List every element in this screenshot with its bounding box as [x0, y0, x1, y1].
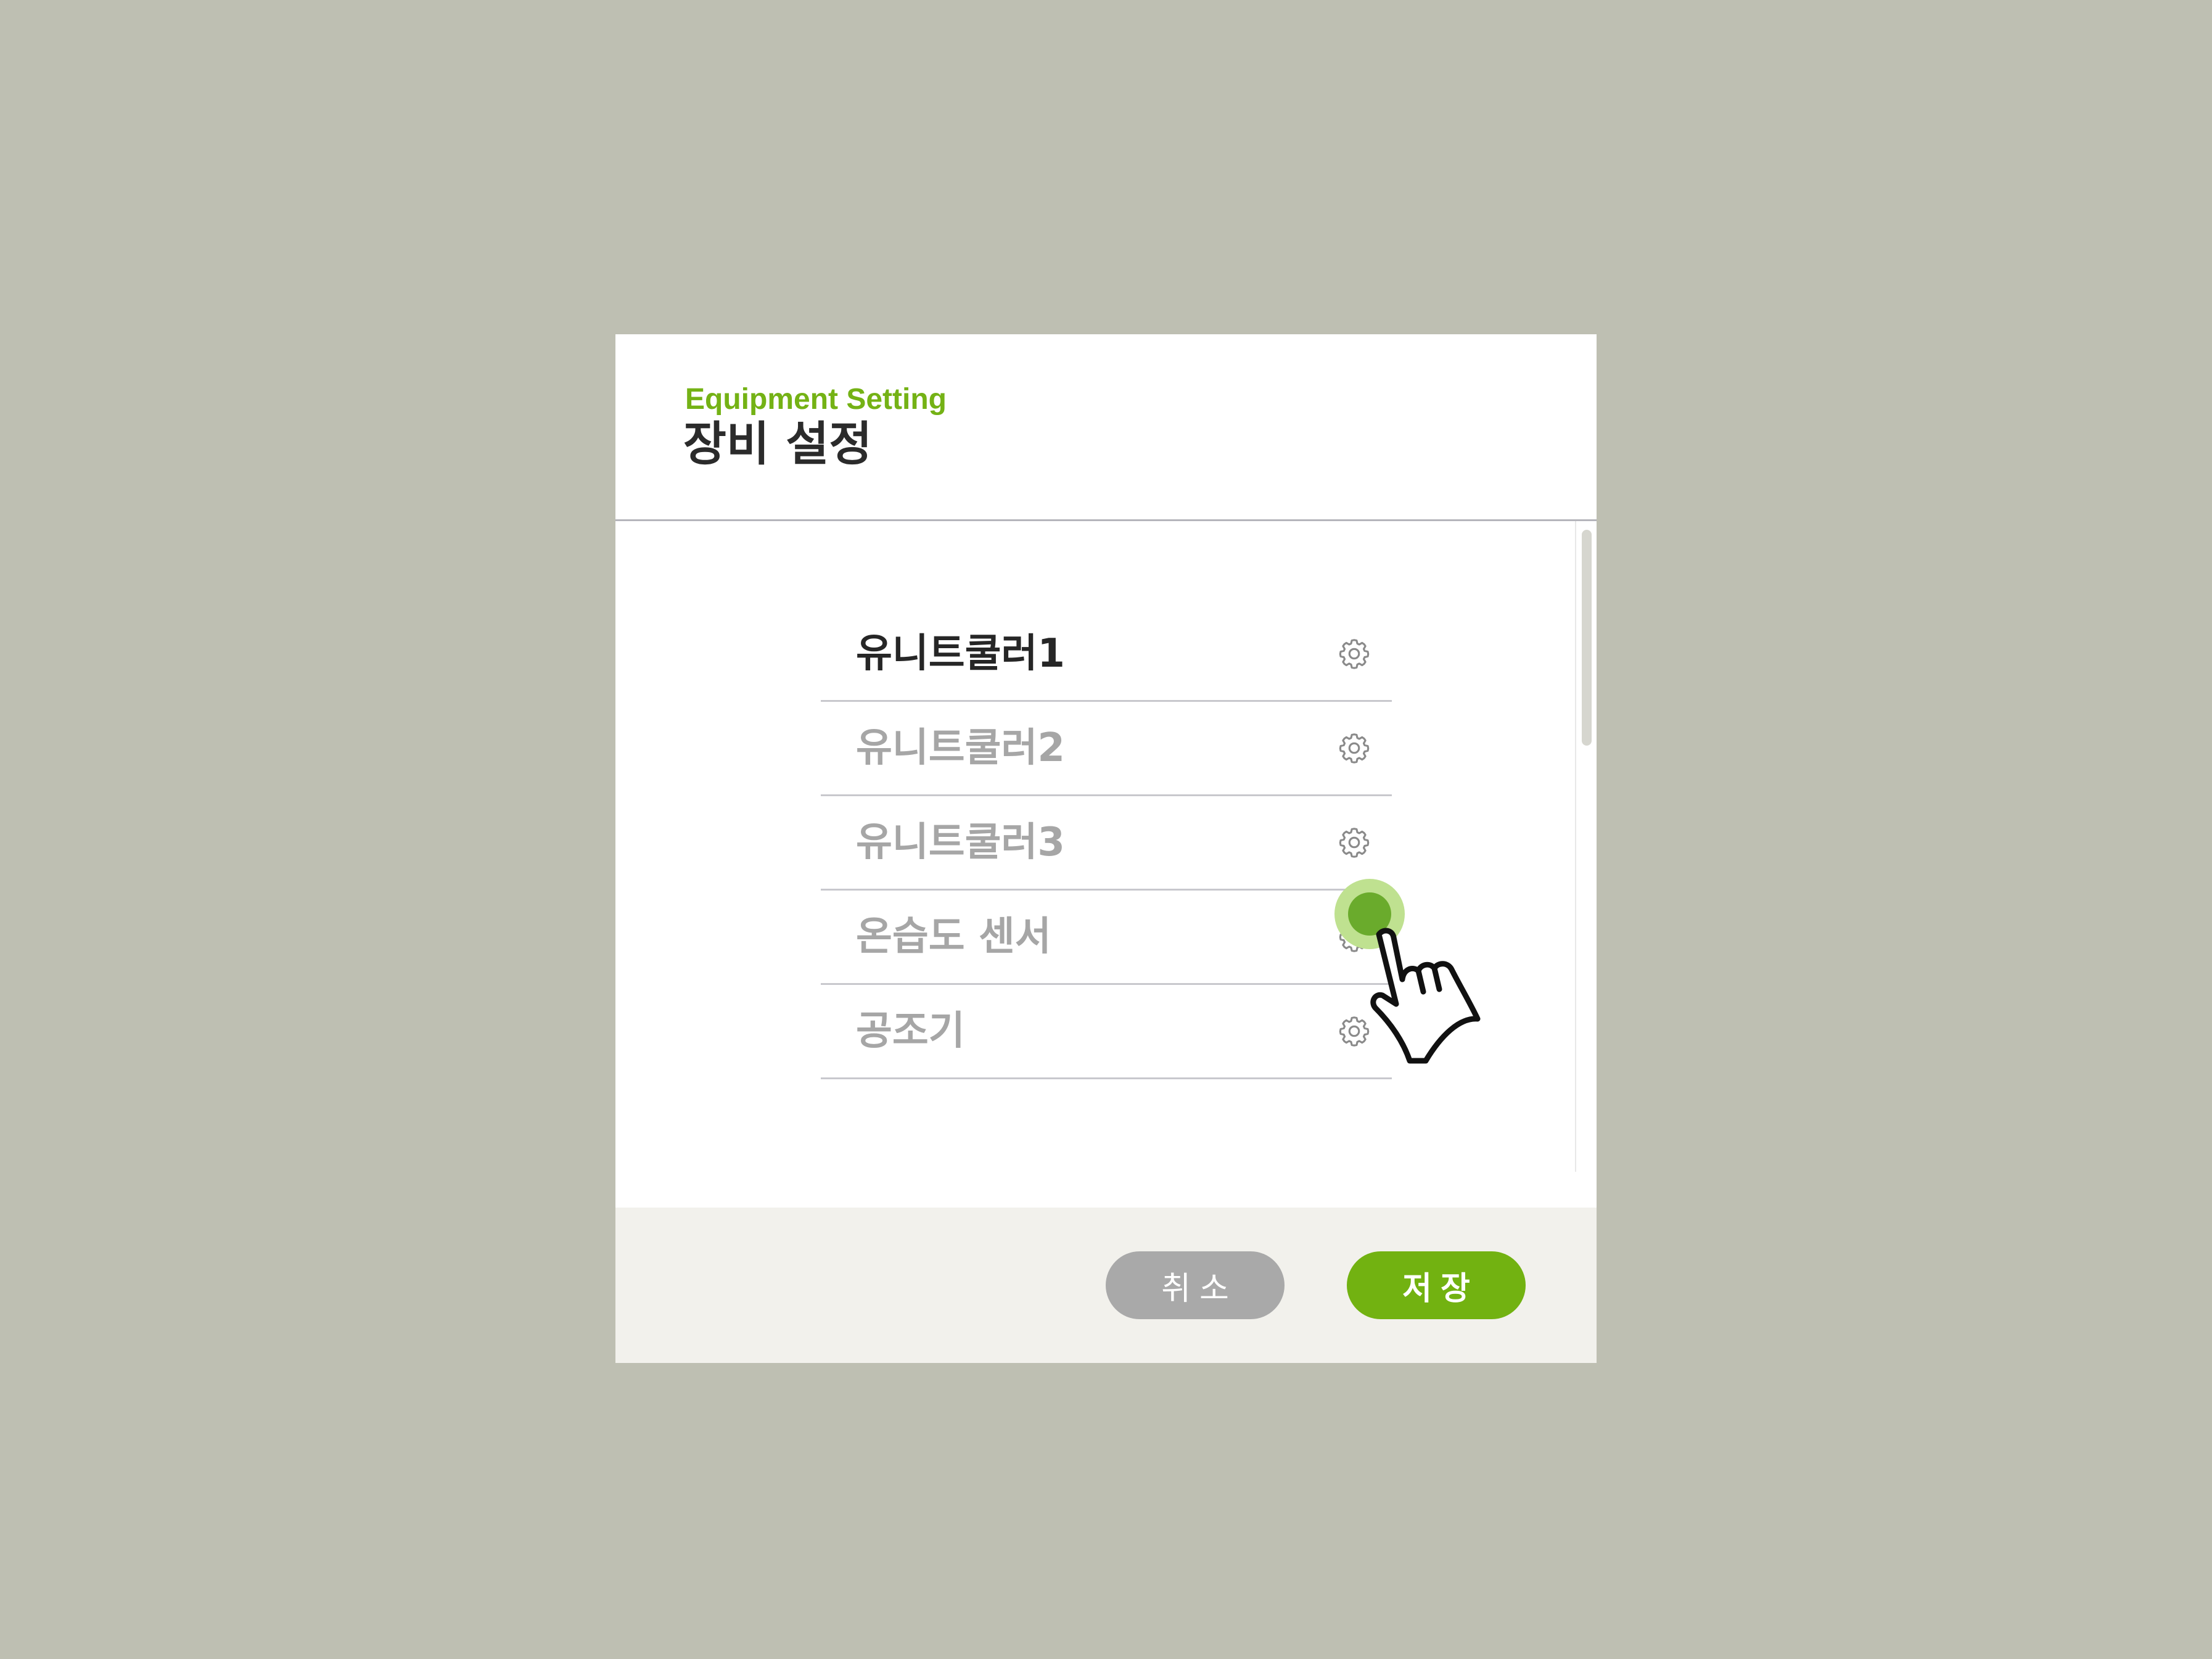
equipment-setting-dialog: Equipment Setting 장비 설정 유니트쿨러1 유니트쿨러2 유니…	[615, 334, 1597, 1363]
gear-icon[interactable]	[1336, 636, 1372, 672]
list-item-label: 온습도 센서	[856, 914, 1051, 960]
scrollbar-thumb[interactable]	[1582, 530, 1592, 746]
dialog-header: Equipment Setting 장비 설정	[615, 334, 1597, 521]
list-item-label: 유니트쿨러3	[856, 820, 1065, 865]
list-item-label: 유니트쿨러2	[856, 725, 1065, 771]
list-item-air-handler[interactable]: 공조기	[821, 985, 1392, 1079]
dialog-footer: 취소 저장	[615, 1208, 1597, 1363]
gear-icon[interactable]	[1336, 730, 1372, 766]
save-button[interactable]: 저장	[1347, 1251, 1526, 1319]
equipment-list: 유니트쿨러1 유니트쿨러2 유니트쿨러3 온습도 센서 공조기	[821, 607, 1392, 1079]
list-item-humidity-sensor[interactable]: 온습도 센서	[821, 891, 1392, 985]
list-item-label: 유니트쿨러1	[856, 631, 1065, 677]
dialog-body: 유니트쿨러1 유니트쿨러2 유니트쿨러3 온습도 센서 공조기	[615, 521, 1597, 1172]
dialog-subtitle: Equipment Setting	[685, 383, 947, 416]
dialog-title: 장비 설정	[683, 416, 873, 471]
list-item-unit-cooler-2[interactable]: 유니트쿨러2	[821, 702, 1392, 796]
list-item-label: 공조기	[856, 1008, 965, 1054]
list-item-unit-cooler-1[interactable]: 유니트쿨러1	[821, 607, 1392, 702]
scrollbar-track[interactable]	[1575, 521, 1597, 1172]
pointer-hand-icon	[1367, 925, 1482, 1064]
cancel-button[interactable]: 취소	[1106, 1251, 1285, 1319]
gear-icon[interactable]	[1336, 825, 1372, 860]
list-item-unit-cooler-3[interactable]: 유니트쿨러3	[821, 796, 1392, 891]
